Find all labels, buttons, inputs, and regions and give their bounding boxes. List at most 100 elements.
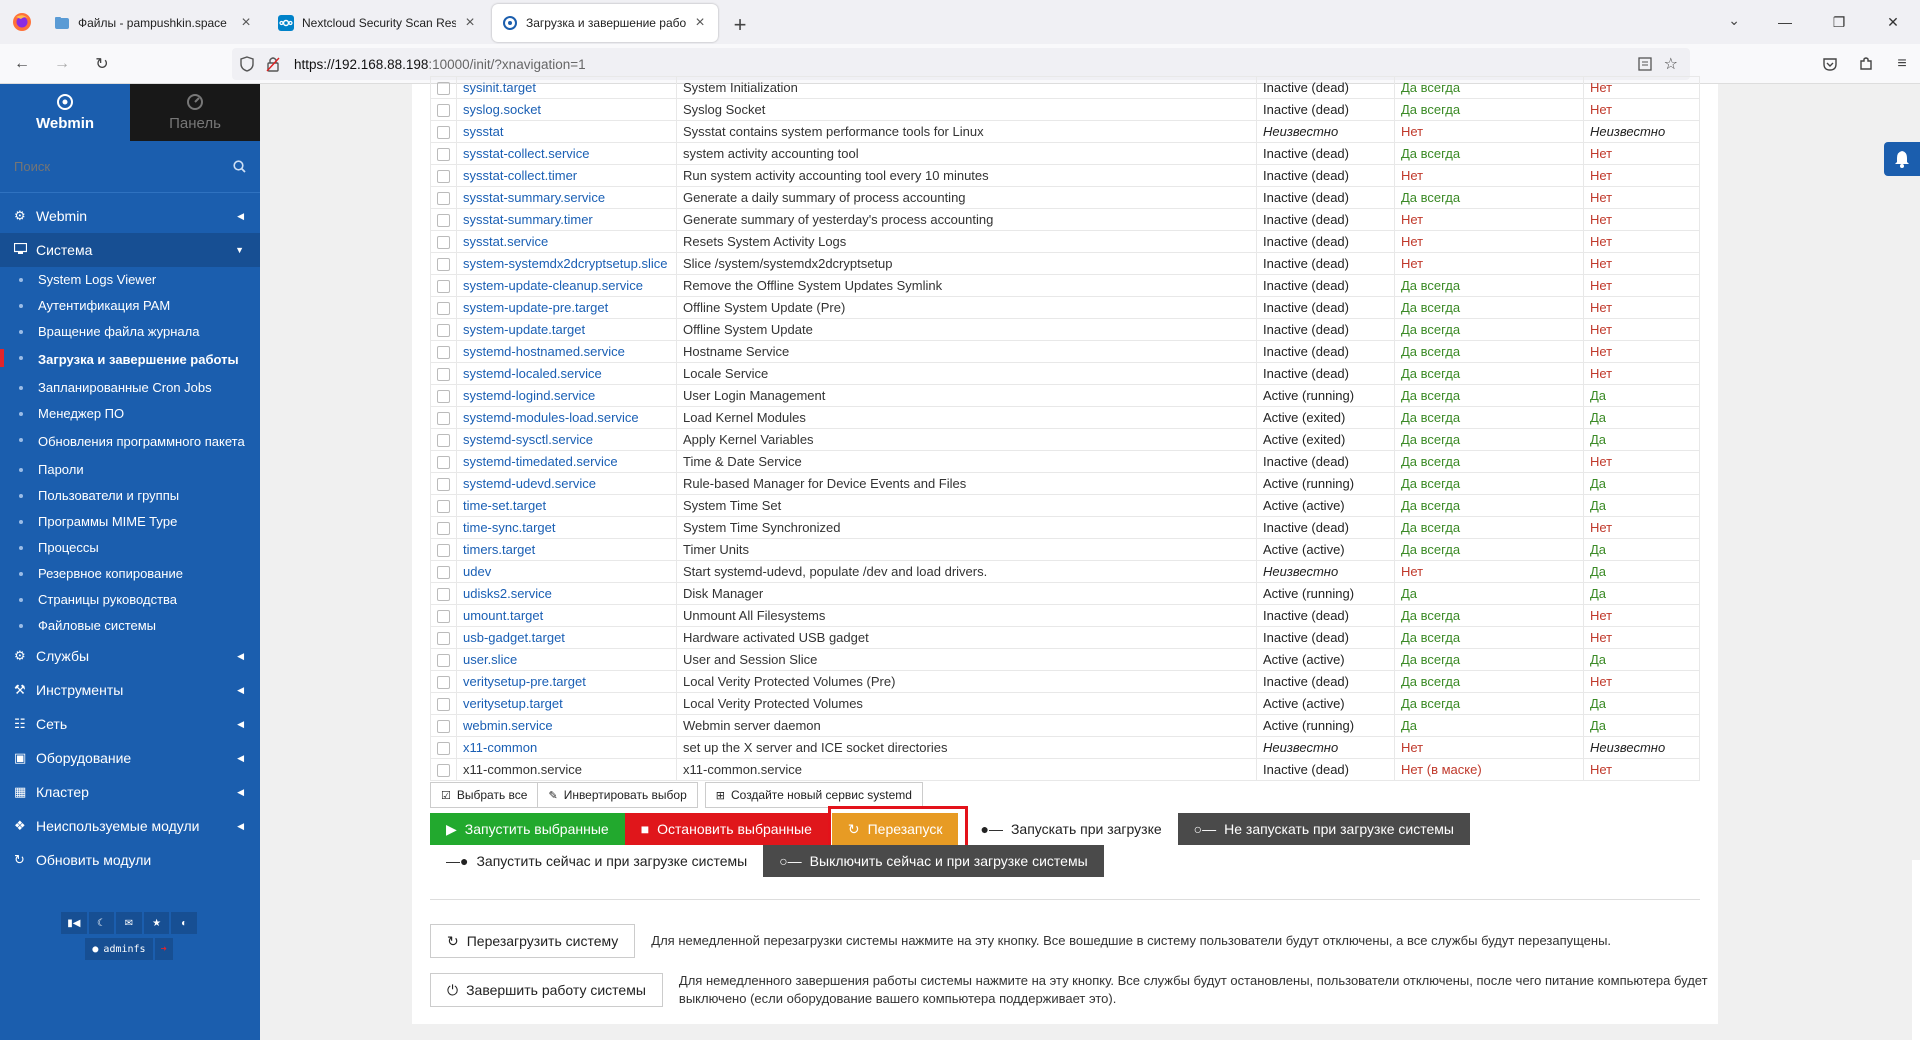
stop-and-disable-button[interactable]: ○— Выключить сейчас и при загрузке систем… (763, 845, 1104, 877)
night-mode-moon-icon[interactable]: ☾ (88, 912, 115, 934)
close-window-icon[interactable]: ✕ (1866, 0, 1920, 44)
row-checkbox[interactable] (437, 544, 450, 558)
service-link[interactable]: webmin.service (463, 718, 553, 733)
row-checkbox[interactable] (437, 126, 450, 140)
service-link[interactable]: sysstat (463, 124, 503, 139)
service-link[interactable]: umount.target (463, 608, 543, 623)
stop-selected-button[interactable]: ■ Остановить выбранные (624, 813, 828, 845)
sidebar-item-3[interactable]: Загрузка и завершение работы (0, 345, 260, 375)
extensions-icon[interactable] (1848, 48, 1884, 80)
restart-button[interactable]: ↻ Перезапуск (827, 806, 968, 852)
sidebar-item-12[interactable]: Страницы руководства (0, 587, 260, 613)
service-link[interactable]: system-update-cleanup.service (463, 278, 643, 293)
sidebar-section-3[interactable]: ▣ Оборудование ◀ (0, 741, 260, 775)
service-link[interactable]: systemd-logind.service (463, 388, 595, 403)
shutdown-system-button[interactable]: ⏻ Завершить работу системы (430, 973, 663, 1007)
new-tab-button[interactable]: + (722, 6, 758, 44)
row-checkbox[interactable] (437, 588, 450, 602)
row-checkbox[interactable] (437, 324, 450, 338)
service-link[interactable]: system-update-pre.target (463, 300, 608, 315)
sidebar-item-8[interactable]: Пользователи и группы (0, 483, 260, 509)
close-tab-icon[interactable]: × (238, 14, 254, 32)
service-link[interactable]: syslog.socket (463, 102, 541, 117)
sidebar-section-5[interactable]: ❖ Неиспользуемые модули ◀ (0, 809, 260, 843)
service-link[interactable]: sysstat-summary.service (463, 190, 605, 205)
row-checkbox[interactable] (437, 434, 450, 448)
dashboard-tab[interactable]: Панель (130, 84, 260, 141)
sidebar-section-system[interactable]: Система ▼ (0, 233, 260, 267)
row-checkbox[interactable] (437, 478, 450, 492)
service-link[interactable]: systemd-timedated.service (463, 454, 618, 469)
shield-icon[interactable] (240, 56, 254, 72)
row-checkbox[interactable] (437, 742, 450, 756)
logout-icon[interactable]: ➜ (154, 938, 173, 960)
service-link[interactable]: x11-common (463, 740, 537, 755)
service-link[interactable]: sysstat.service (463, 234, 548, 249)
service-link[interactable]: usb-gadget.target (463, 630, 565, 645)
pocket-icon[interactable] (1812, 48, 1848, 80)
row-checkbox[interactable] (437, 170, 450, 184)
close-tab-icon[interactable]: × (462, 14, 478, 32)
sidebar-item-10[interactable]: Процессы (0, 535, 260, 561)
row-checkbox[interactable] (437, 522, 450, 536)
list-all-tabs-icon[interactable]: ⌄ (1728, 12, 1740, 29)
sidebar-item-1[interactable]: Аутентификация PAM (0, 293, 260, 319)
service-link[interactable]: system-systemdx2dcryptsetup.slice (463, 256, 667, 271)
sidebar-item-13[interactable]: Файловые системы (0, 613, 260, 639)
service-link[interactable]: systemd-sysctl.service (463, 432, 593, 447)
row-checkbox[interactable] (437, 148, 450, 162)
row-checkbox[interactable] (437, 192, 450, 206)
service-link[interactable]: sysinit.target (463, 80, 536, 95)
sidebar-item-9[interactable]: Программы MIME Type (0, 509, 260, 535)
service-link[interactable]: veritysetup-pre.target (463, 674, 586, 689)
start-and-enable-button[interactable]: —● Запустить сейчас и при загрузке систем… (430, 845, 764, 877)
forward-icon[interactable]: → (44, 48, 80, 80)
invert-selection-button[interactable]: ✎ Инвертировать выбор (537, 782, 698, 808)
select-all-button[interactable]: ☑ Выбрать все (430, 782, 539, 808)
reader-view-icon[interactable] (1638, 57, 1652, 71)
row-checkbox[interactable] (437, 676, 450, 690)
row-checkbox[interactable] (437, 764, 450, 778)
sidebar-section-4[interactable]: ▦ Кластер ◀ (0, 775, 260, 809)
sidebar-section-1[interactable]: ⚒ Инструменты ◀ (0, 673, 260, 707)
service-link[interactable]: systemd-modules-load.service (463, 410, 639, 425)
row-checkbox[interactable] (437, 302, 450, 316)
row-checkbox[interactable] (437, 82, 450, 96)
row-checkbox[interactable] (437, 368, 450, 382)
minimize-icon[interactable]: — (1758, 0, 1812, 44)
row-checkbox[interactable] (437, 654, 450, 668)
service-link[interactable]: time-sync.target (463, 520, 555, 535)
tab-webmin-boot[interactable]: Загрузка и завершение работы × (492, 4, 718, 42)
row-checkbox[interactable] (437, 346, 450, 360)
service-link[interactable]: sysstat-collect.timer (463, 168, 577, 183)
service-link[interactable]: system-update.target (463, 322, 585, 337)
sidebar-item-2[interactable]: Вращение файла журнала (0, 319, 260, 345)
row-checkbox[interactable] (437, 698, 450, 712)
start-selected-button[interactable]: ▶ Запустить выбранные (430, 813, 625, 845)
notifications-bell-icon[interactable] (1884, 142, 1920, 176)
reload-icon[interactable]: ↻ (84, 48, 120, 80)
sidebar-item-0[interactable]: System Logs Viewer (0, 267, 260, 293)
sidebar-section-6[interactable]: ↻ Обновить модули (0, 843, 260, 877)
sidebar-item-11[interactable]: Резервное копирование (0, 561, 260, 587)
row-checkbox[interactable] (437, 566, 450, 580)
sidebar-item-4[interactable]: Запланированные Cron Jobs (0, 375, 260, 401)
bookmark-star-icon[interactable]: ☆ (1664, 54, 1678, 74)
sidebar-item-6[interactable]: Обновления программного пакета (0, 427, 260, 457)
restore-icon[interactable]: ❐ (1812, 0, 1866, 44)
row-checkbox[interactable] (437, 258, 450, 272)
row-checkbox[interactable] (437, 236, 450, 250)
sidebar-section-2[interactable]: ☷ Сеть ◀ (0, 707, 260, 741)
service-link[interactable]: veritysetup.target (463, 696, 563, 711)
menu-icon[interactable]: ≡ (1884, 48, 1920, 80)
user-account-button[interactable]: ● adminfs (85, 938, 153, 960)
row-checkbox[interactable] (437, 720, 450, 734)
search-icon[interactable] (233, 160, 246, 173)
service-link[interactable]: sysstat-summary.timer (463, 212, 593, 227)
sidebar-search-input[interactable] (14, 159, 214, 174)
disable-at-boot-button[interactable]: ○— Не запускать при загрузке системы (1177, 813, 1470, 845)
create-service-button[interactable]: ⊞ Создайте новый сервис systemd (704, 782, 923, 808)
row-checkbox[interactable] (437, 390, 450, 404)
scrollbar[interactable] (1912, 860, 1920, 1040)
service-link[interactable]: time-set.target (463, 498, 546, 513)
